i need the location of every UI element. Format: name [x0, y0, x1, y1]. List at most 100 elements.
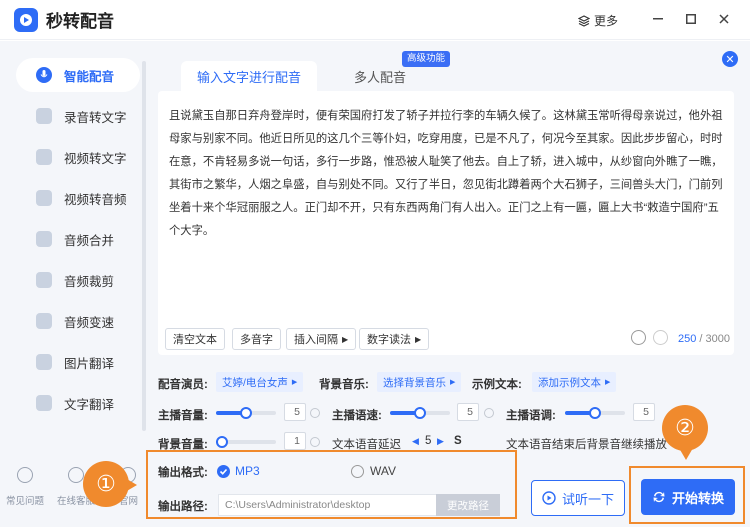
sidebar-item-image-translate[interactable]: 图片翻译 [16, 345, 140, 379]
video-to-text-icon [36, 149, 52, 165]
speed-slider[interactable] [390, 407, 450, 419]
redo-icon[interactable] [653, 330, 668, 345]
panel-close-icon[interactable]: ✕ [722, 51, 738, 67]
sample-label: 示例文本: [472, 379, 522, 391]
sidebar-item-video-to-text[interactable]: 视频转文字 [16, 140, 140, 174]
bg-volume-input[interactable]: 1 [284, 432, 306, 450]
sidebar-item-video-to-audio[interactable]: 视频转音频 [16, 181, 140, 215]
delay-decrease-icon[interactable]: ◀ [412, 436, 419, 447]
editor-text[interactable]: 且说黛玉自那日弃舟登岸时，便有荣国府打发了轿子并拉行李的车辆久候了。这林黛玉常听… [169, 105, 725, 243]
title-bar: 秒转配音 更多 [0, 0, 750, 40]
polyphone-button[interactable]: 多音字 [232, 328, 281, 350]
step-marker-2: ② [662, 405, 708, 451]
marker-pointer [125, 478, 137, 492]
video-to-audio-icon [36, 190, 52, 206]
delay-value[interactable]: 5 [425, 435, 431, 447]
sidebar-item-label: 音频裁剪 [64, 274, 115, 289]
slider-knob[interactable] [589, 407, 601, 419]
triangle-right-icon: ▶ [415, 334, 422, 344]
audio-cut-icon [36, 272, 52, 288]
slider-knob[interactable] [414, 407, 426, 419]
close-icon[interactable] [716, 11, 732, 27]
audio-merge-icon [36, 231, 52, 247]
triangle-right-icon: ▶ [342, 334, 349, 344]
mp3-label[interactable]: MP3 [235, 464, 260, 478]
char-count-total: / 3000 [696, 333, 730, 345]
pitch-label: 主播语调: [506, 410, 556, 422]
path-label: 输出路径: [158, 501, 208, 513]
triangle-right-icon: ▶ [605, 379, 611, 386]
text-translate-icon [36, 395, 52, 411]
change-path-button[interactable]: 更改路径 [436, 494, 500, 516]
preview-label: 试听一下 [561, 491, 614, 507]
start-convert-button[interactable]: 开始转换 [641, 479, 735, 515]
more-label: 更多 [594, 14, 619, 28]
slider-knob[interactable] [216, 436, 228, 448]
mp3-radio[interactable] [217, 465, 230, 478]
layers-icon [578, 14, 590, 27]
sidebar: 智能配音 录音转文字 视频转文字 视频转音频 音频合并 音频裁剪 音频变速 图片… [0, 41, 150, 527]
sidebar-scrollbar[interactable] [142, 61, 146, 431]
reset-icon[interactable] [484, 408, 494, 418]
reset-icon[interactable] [310, 408, 320, 418]
tool-label: 多音字 [240, 334, 273, 346]
undo-icon[interactable] [631, 330, 646, 345]
bgm-select[interactable]: 选择背景音乐 ▶ [377, 372, 462, 392]
sidebar-item-audio-merge[interactable]: 音频合并 [16, 222, 140, 256]
number-reading-button[interactable]: 数字读法 ▶ [359, 328, 430, 350]
start-convert-label: 开始转换 [671, 490, 724, 506]
sidebar-item-smart-dubbing[interactable]: 智能配音 [16, 58, 140, 92]
more-button[interactable]: 更多 [578, 12, 618, 29]
delay-increase-icon[interactable]: ▶ [437, 436, 444, 447]
sample-value: 添加示例文本 [538, 376, 601, 389]
wav-label[interactable]: WAV [370, 464, 396, 478]
marker-pointer [679, 448, 693, 460]
tool-label: 清空文本 [173, 334, 217, 346]
reset-icon[interactable] [310, 437, 320, 447]
text-editor[interactable]: 且说黛玉自那日弃舟登岸时，便有荣国府打发了轿子并拉行李的车辆久候了。这林黛玉常听… [158, 91, 734, 355]
maximize-icon[interactable] [683, 11, 699, 27]
chat-icon[interactable] [68, 467, 84, 483]
voice-select[interactable]: 艾婷/电台女声 ▶ [216, 372, 304, 392]
triangle-right-icon: ▶ [450, 379, 456, 386]
help-link[interactable]: 常见问题 [6, 493, 44, 507]
slider-knob[interactable] [240, 407, 252, 419]
pitch-slider[interactable] [565, 407, 625, 419]
sidebar-item-label: 录音转文字 [64, 110, 127, 125]
delay-unit: S [454, 435, 462, 447]
insert-pause-button[interactable]: 插入间隔 ▶ [286, 328, 357, 350]
volume-slider[interactable] [216, 407, 276, 419]
clear-text-button[interactable]: 清空文本 [165, 328, 225, 350]
sidebar-item-label: 视频转音频 [64, 192, 127, 207]
sidebar-item-audio-cut[interactable]: 音频裁剪 [16, 263, 140, 297]
volume-input[interactable]: 5 [284, 403, 306, 421]
char-counter: 250 / 3000 [678, 333, 730, 345]
format-label: 输出格式: [158, 467, 208, 479]
pitch-input[interactable]: 5 [633, 403, 655, 421]
image-translate-icon [36, 354, 52, 370]
sidebar-item-label: 音频合并 [64, 233, 115, 248]
sidebar-item-text-translate[interactable]: 文字翻译 [16, 386, 140, 420]
preview-button[interactable]: 试听一下 [531, 480, 625, 516]
volume-label: 主播音量: [158, 410, 208, 422]
sidebar-item-label: 音频变速 [64, 315, 115, 330]
minimize-icon[interactable] [650, 11, 666, 27]
sidebar-item-audio-speed[interactable]: 音频变速 [16, 304, 140, 338]
wav-radio[interactable] [351, 465, 364, 478]
sample-select[interactable]: 添加示例文本 ▶ [532, 372, 617, 392]
sidebar-item-label: 视频转文字 [64, 151, 127, 166]
tool-label: 数字读法 [367, 334, 411, 346]
help-icon[interactable] [17, 467, 33, 483]
app-title: 秒转配音 [46, 12, 114, 31]
sidebar-item-label: 图片翻译 [64, 356, 115, 371]
voice-value: 艾婷/电台女声 [222, 376, 288, 389]
step-marker-1: ① [83, 461, 129, 507]
voice-label: 配音演员: [158, 379, 208, 391]
record-to-text-icon [36, 108, 52, 124]
sidebar-item-record-to-text[interactable]: 录音转文字 [16, 99, 140, 133]
speed-input[interactable]: 5 [457, 403, 479, 421]
tab-text-dubbing[interactable]: 输入文字进行配音 [181, 61, 317, 91]
speed-label: 主播语速: [332, 410, 382, 422]
bgm-value: 选择背景音乐 [383, 376, 446, 389]
bg-volume-slider[interactable] [216, 436, 276, 448]
